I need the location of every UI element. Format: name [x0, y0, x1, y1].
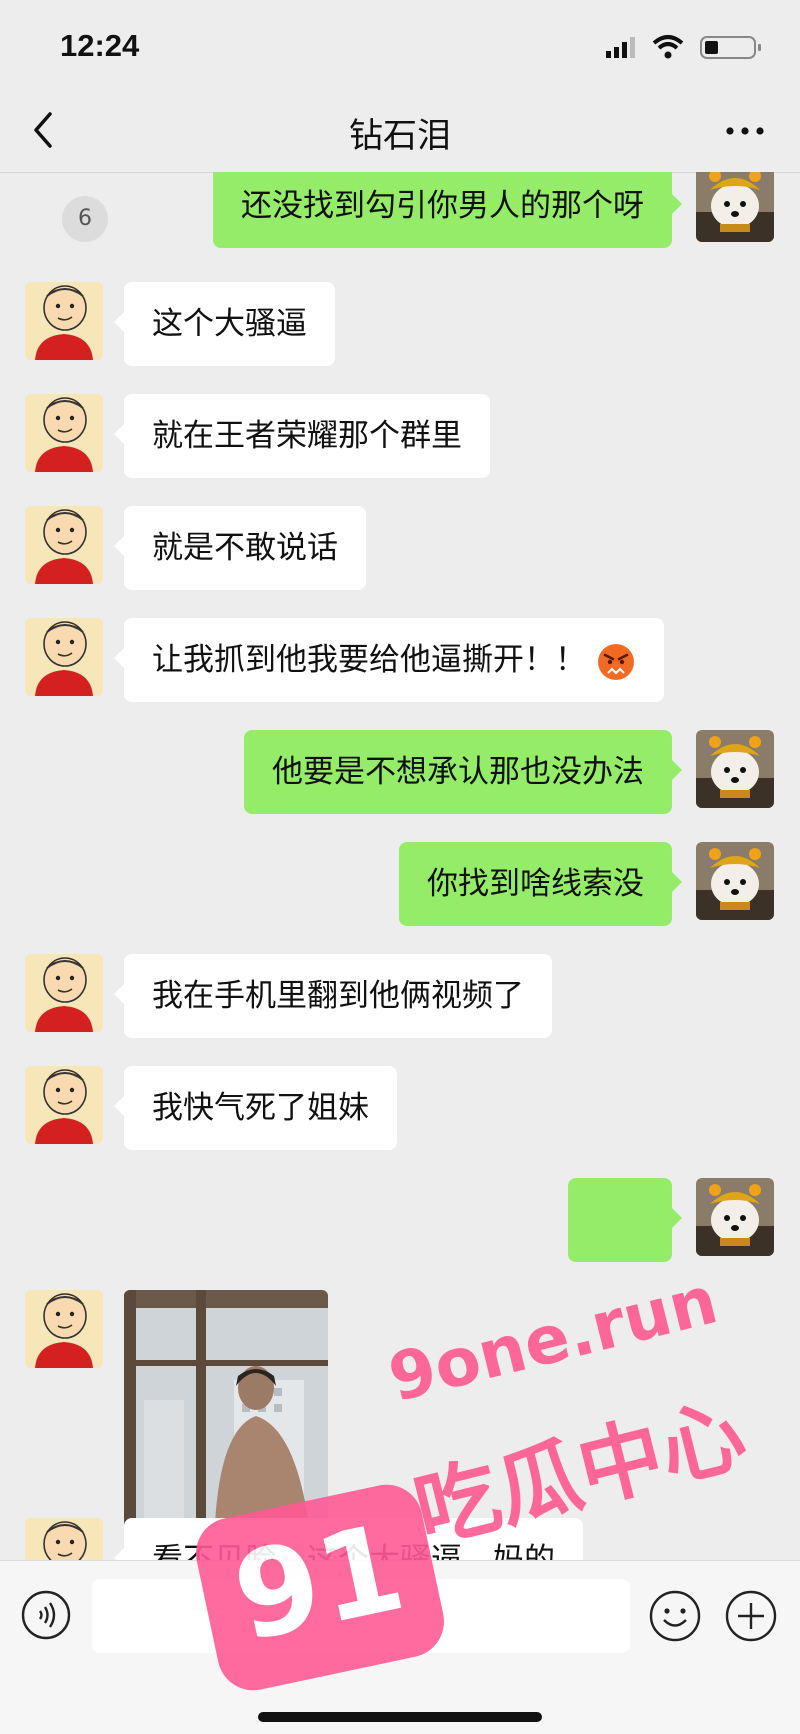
battery-icon — [700, 36, 761, 59]
avatar[interactable] — [25, 282, 103, 360]
status-bar: 12:24 — [0, 0, 800, 92]
message-bubble[interactable]: 这个大骚逼 — [114, 282, 335, 366]
message-bubble[interactable]: 就在王者荣耀那个群里 — [114, 394, 490, 478]
message-text: 让我抓到他我要给他逼撕开！！ — [152, 642, 586, 678]
avatar[interactable] — [25, 1518, 103, 1560]
more-icon[interactable] — [724, 116, 766, 146]
message-bubble[interactable]: 我快气死了姐妹 — [114, 1066, 397, 1150]
message-bubble[interactable]: 还没找到勾引你男人的那个呀 — [213, 172, 682, 248]
message-bubble[interactable]: 就是不敢说话 — [114, 506, 366, 590]
chat-title: 钻石泪 — [349, 116, 451, 156]
status-icons — [606, 35, 761, 59]
plus-icon[interactable] — [724, 1589, 778, 1643]
avatar[interactable] — [25, 618, 103, 696]
status-time: 12:24 — [60, 28, 140, 63]
message-bubble[interactable] — [568, 1178, 682, 1262]
message-bubble[interactable]: 你找到啥线索没 — [399, 842, 682, 926]
avatar[interactable] — [25, 1290, 103, 1368]
message-bubble[interactable]: 他要是不想承认那也没办法 — [244, 730, 682, 814]
home-indicator — [258, 1712, 542, 1722]
avatar[interactable] — [25, 394, 103, 472]
avatar[interactable] — [696, 730, 774, 808]
watermark-number: 91 — [223, 1498, 416, 1669]
emoji-icon[interactable] — [648, 1589, 702, 1643]
chat-header: 6 钻石泪 — [0, 92, 800, 242]
message-bubble[interactable]: 我在手机里翻到他俩视频了 — [114, 954, 552, 1038]
avatar[interactable] — [696, 1178, 774, 1256]
avatar[interactable] — [25, 1066, 103, 1144]
angry-emoji-icon — [598, 643, 634, 680]
voice-icon[interactable] — [20, 1589, 72, 1641]
avatar[interactable] — [25, 954, 103, 1032]
avatar[interactable] — [25, 506, 103, 584]
avatar[interactable] — [696, 172, 774, 242]
signal-icon — [606, 37, 635, 58]
message-bubble[interactable]: 让我抓到他我要给他逼撕开！！ — [114, 618, 664, 702]
avatar[interactable] — [696, 842, 774, 920]
wifi-icon — [652, 35, 684, 59]
